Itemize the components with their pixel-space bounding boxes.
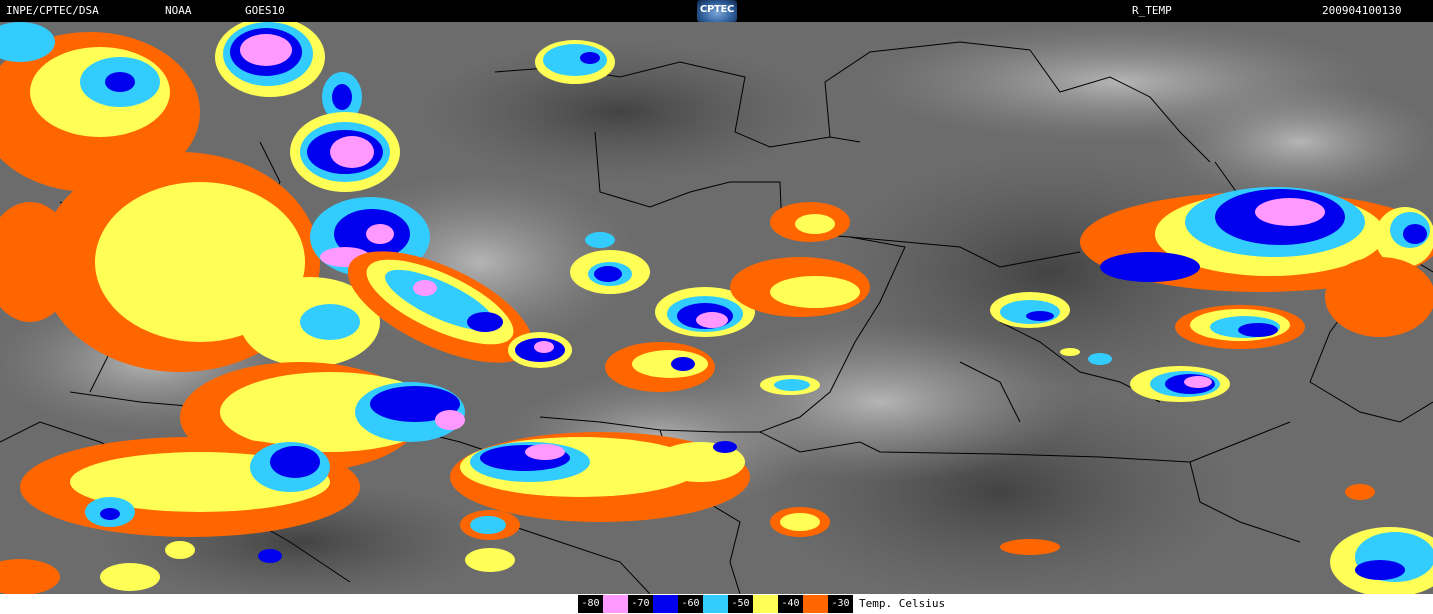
legend-label-60: -60 bbox=[678, 595, 703, 613]
legend-swatch-80 bbox=[603, 595, 628, 613]
header-bar: INPE/CPTEC/DSA NOAA GOES10 CPTEC R_TEMP … bbox=[0, 0, 1433, 22]
timestamp-label: 200904100130 bbox=[1322, 4, 1402, 17]
agency-label: NOAA bbox=[165, 4, 192, 17]
legend-label-70: -70 bbox=[628, 595, 653, 613]
temperature-legend: -80 -70 -60 -50 -40 -30 Temp. Celsius bbox=[578, 594, 945, 614]
legend-bar: -80 -70 -60 -50 -40 -30 Temp. Celsius bbox=[0, 594, 1433, 614]
legend-swatch-50 bbox=[753, 595, 778, 613]
legend-swatch-40 bbox=[803, 595, 828, 613]
legend-label-30: -30 bbox=[828, 595, 853, 613]
cptec-logo: CPTEC bbox=[697, 0, 737, 22]
satellite-image bbox=[0, 22, 1433, 594]
product-label: R_TEMP bbox=[1132, 4, 1172, 17]
legend-unit: Temp. Celsius bbox=[859, 597, 946, 610]
legend-swatch-70 bbox=[653, 595, 678, 613]
legend-label-40: -40 bbox=[778, 595, 803, 613]
legend-label-50: -50 bbox=[728, 595, 753, 613]
org-label: INPE/CPTEC/DSA bbox=[6, 4, 99, 17]
legend-swatch-60 bbox=[703, 595, 728, 613]
satellite-label: GOES10 bbox=[245, 4, 285, 17]
legend-label-80: -80 bbox=[578, 595, 603, 613]
